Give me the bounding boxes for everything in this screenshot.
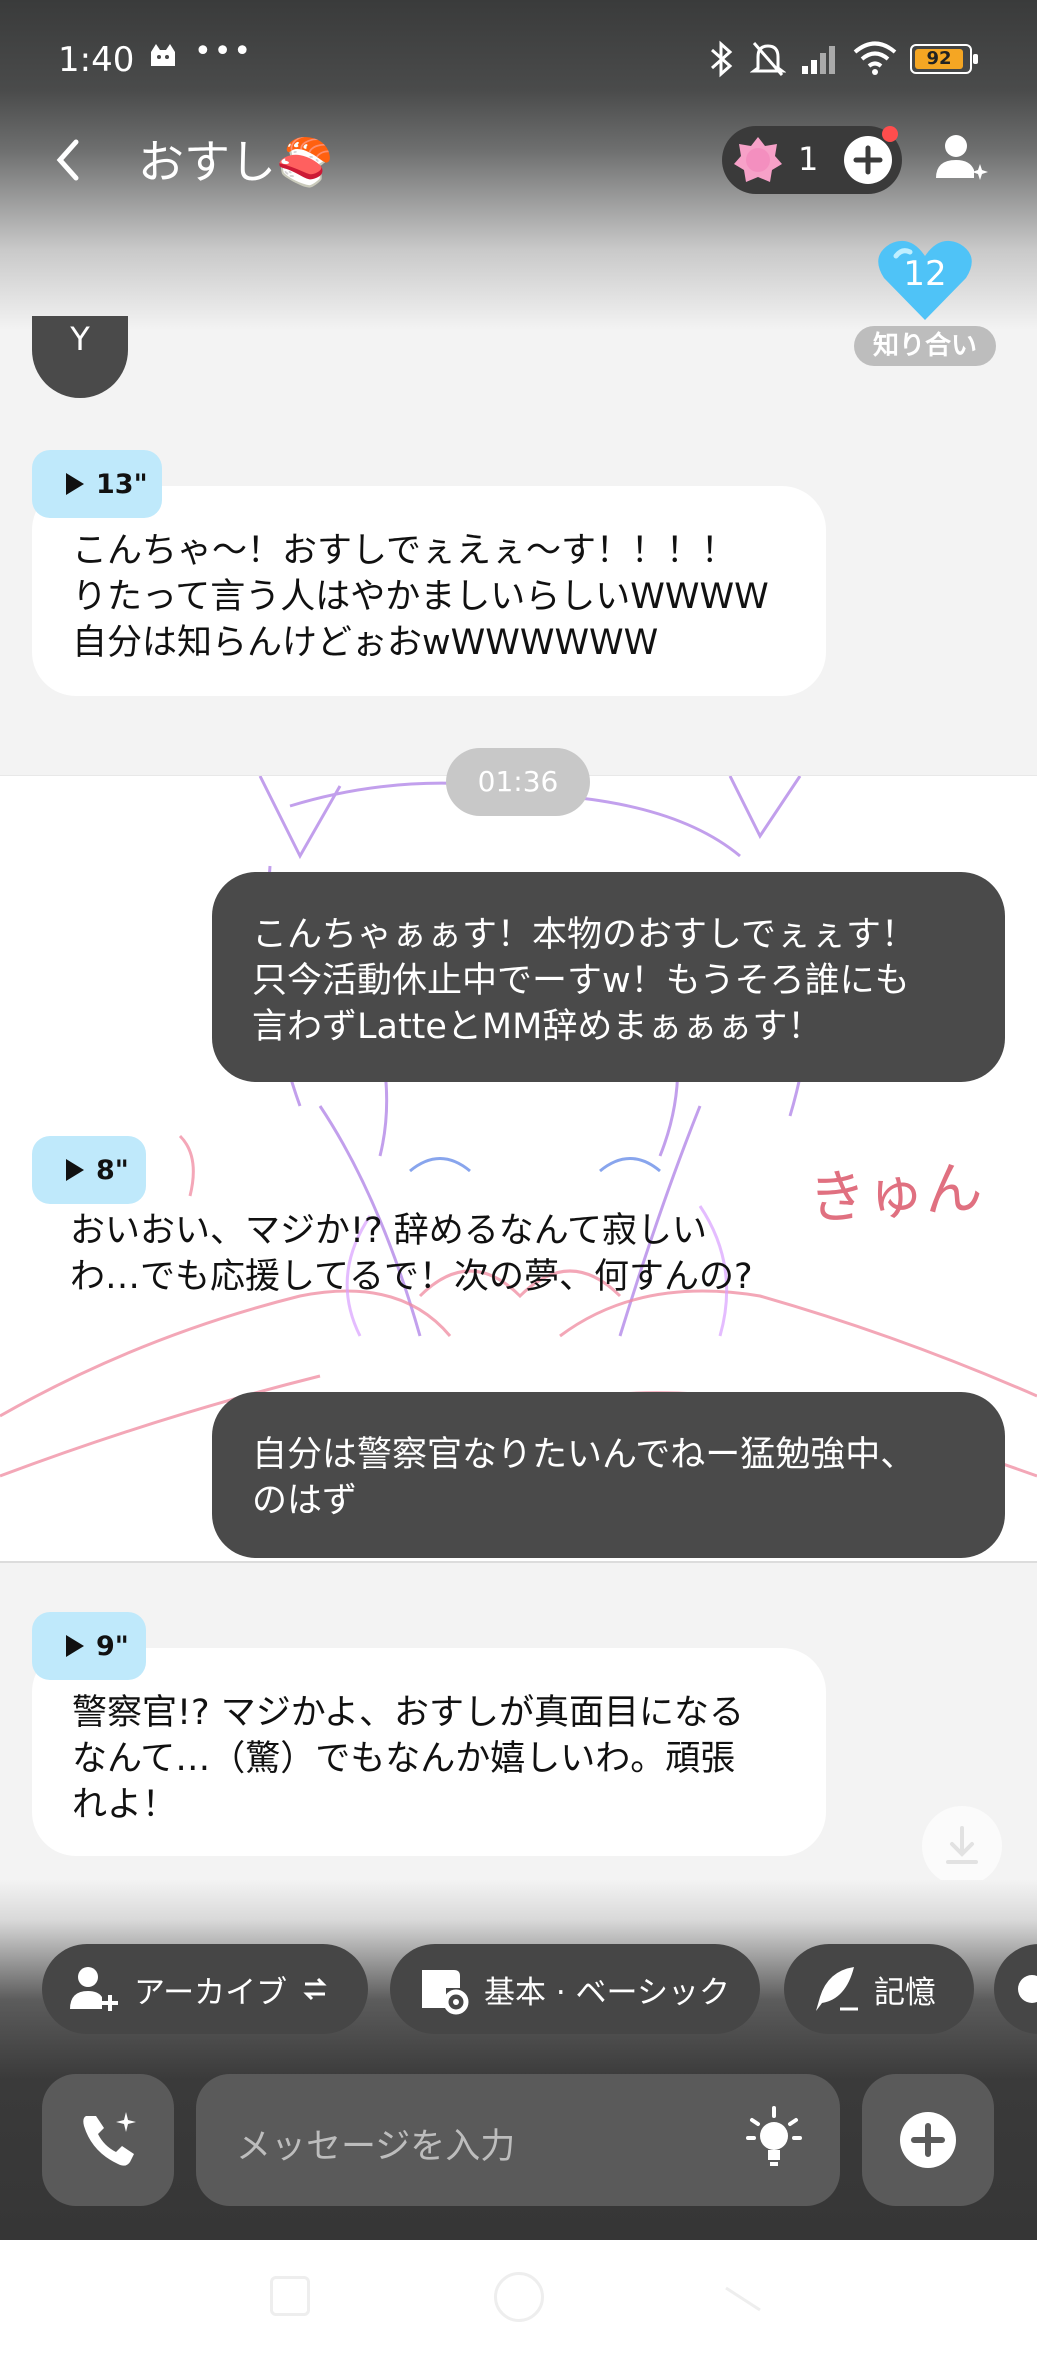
attach-button[interactable]	[862, 2074, 994, 2206]
user-add-icon	[70, 1967, 118, 2011]
message-line: 自分は警察官なりたいんでねー猛勉強中、	[252, 1435, 916, 1475]
play-icon	[66, 473, 84, 495]
chevron-left-icon	[56, 139, 79, 181]
voice-duration: 8"	[96, 1154, 129, 1186]
archive-chip[interactable]: アーカイブ	[42, 1944, 368, 2034]
incoming-message-bubble[interactable]: こんちゃ〜！おすしでぇえぇ〜す！！！！ りたって言う人はやかましいらしいWWWW…	[32, 486, 826, 696]
play-icon	[66, 1159, 84, 1181]
bluetooth-icon	[708, 40, 736, 82]
phone-sparkle-icon	[83, 2112, 136, 2166]
chip-label: アーカイブ	[134, 1974, 288, 2011]
gem-counter-pill[interactable]: 1	[722, 126, 902, 194]
battery-icon: 92	[910, 44, 978, 74]
avatar[interactable]: Y	[32, 316, 128, 398]
download-icon	[946, 1826, 978, 1864]
settings-icon	[1018, 1975, 1037, 2003]
memory-chip[interactable]: 記憶	[784, 1944, 974, 2034]
app-notification-icon	[148, 42, 178, 70]
message-line: れよ！	[72, 1785, 178, 1825]
suggestion-button[interactable]	[742, 2102, 806, 2178]
affinity-level: 12	[903, 254, 947, 294]
message-line: こんちゃぁぁす！本物のおすしでぇぇす！	[252, 915, 916, 955]
message-line: りたって言う人はやかましいらしいWWWW	[72, 577, 769, 617]
message-line: 警察官!? マジかよ、おすしが真面目になる	[72, 1693, 744, 1733]
status-time: 1:40	[58, 40, 135, 80]
message-line: 只今活動休止中でーすw！もうそろ誰にも	[252, 961, 910, 1001]
message-line: なんて…（驚）でもなんか嬉しいわ。頑張	[72, 1739, 736, 1779]
message-line: 自分は知らんけどぉおwWWWWWW	[72, 623, 659, 663]
lightbulb-icon	[746, 2106, 802, 2166]
chip-label: 基本 · ベーシック	[484, 1974, 730, 2011]
download-button[interactable]	[922, 1806, 1002, 1886]
incoming-message-text[interactable]: おいおい、マジか!? 辞めるなんて寂しい わ…でも応援してるで！次の夢、何すんの…	[70, 1208, 753, 1300]
chat-title: おすし🍣	[138, 135, 334, 189]
gem-count: 1	[798, 140, 819, 178]
chip-label: 記憶	[874, 1974, 936, 2011]
signal-icon	[800, 44, 838, 80]
back-arrow-icon	[725, 2286, 761, 2312]
plus-circle-icon	[853, 145, 883, 175]
affinity-label: 知り合い	[854, 326, 996, 366]
timestamp-badge: 01:36	[446, 748, 590, 816]
message-line: おいおい、マジか!? 辞めるなんて寂しい	[70, 1211, 707, 1251]
voice-play-button[interactable]: 9"	[32, 1612, 146, 1680]
message-line: のはず	[252, 1481, 358, 1521]
outgoing-message-bubble[interactable]: 自分は警察官なりたいんでねー猛勉強中、 のはず	[212, 1392, 1005, 1558]
outgoing-message-bubble[interactable]: こんちゃぁぁす！本物のおすしでぇぇす！ 只今活動休止中でーすw！もうそろ誰にも …	[212, 872, 1005, 1082]
battery-level: 92	[915, 49, 963, 69]
back-nav-button[interactable]	[720, 2274, 766, 2320]
message-input-placeholder: メッセージを入力	[236, 2127, 516, 2167]
message-input[interactable]: メッセージを入力	[196, 2074, 840, 2206]
voice-duration: 13"	[96, 468, 148, 500]
affinity-heart[interactable]: 12	[876, 238, 974, 324]
message-line: 言わずLatteとMM辞めまぁぁぁす！	[252, 1007, 823, 1047]
recent-apps-button[interactable]	[270, 2276, 310, 2316]
avatar-initial: Y	[70, 320, 90, 358]
pink-gem-icon	[732, 134, 784, 186]
add-user-button[interactable]	[934, 130, 990, 186]
voice-play-button[interactable]: 8"	[32, 1136, 146, 1204]
user-settings-icon	[422, 1970, 469, 2015]
plus-circle-icon	[900, 2112, 956, 2168]
voice-play-button[interactable]: 13"	[32, 450, 162, 518]
add-gem-button[interactable]	[844, 136, 892, 184]
feather-icon	[816, 1967, 858, 2011]
notification-dot	[882, 126, 898, 142]
home-button[interactable]	[494, 2272, 544, 2322]
illustration-caption: きゅん	[806, 1153, 985, 1233]
user-sparkle-icon	[936, 135, 988, 180]
voice-duration: 9"	[96, 1630, 129, 1662]
back-button[interactable]	[46, 130, 90, 190]
message-line: わ…でも応援してるで！次の夢、何すんの?	[70, 1257, 753, 1297]
wifi-icon	[852, 40, 898, 80]
basic-mode-chip[interactable]: 基本 · ベーシック	[390, 1944, 760, 2034]
play-icon	[66, 1635, 84, 1657]
call-button[interactable]	[42, 2074, 174, 2206]
incoming-message-bubble[interactable]: 警察官!? マジかよ、おすしが真面目になる なんて…（驚）でもなんか嬉しいわ。頑…	[32, 1648, 826, 1856]
swap-icon	[303, 1977, 327, 2001]
status-more-dots: •••	[194, 34, 254, 69]
system-nav-bar	[0, 2240, 1037, 2364]
muted-bell-icon	[749, 40, 787, 82]
message-line: こんちゃ〜！おすしでぇえぇ〜す！！！！	[72, 531, 736, 571]
